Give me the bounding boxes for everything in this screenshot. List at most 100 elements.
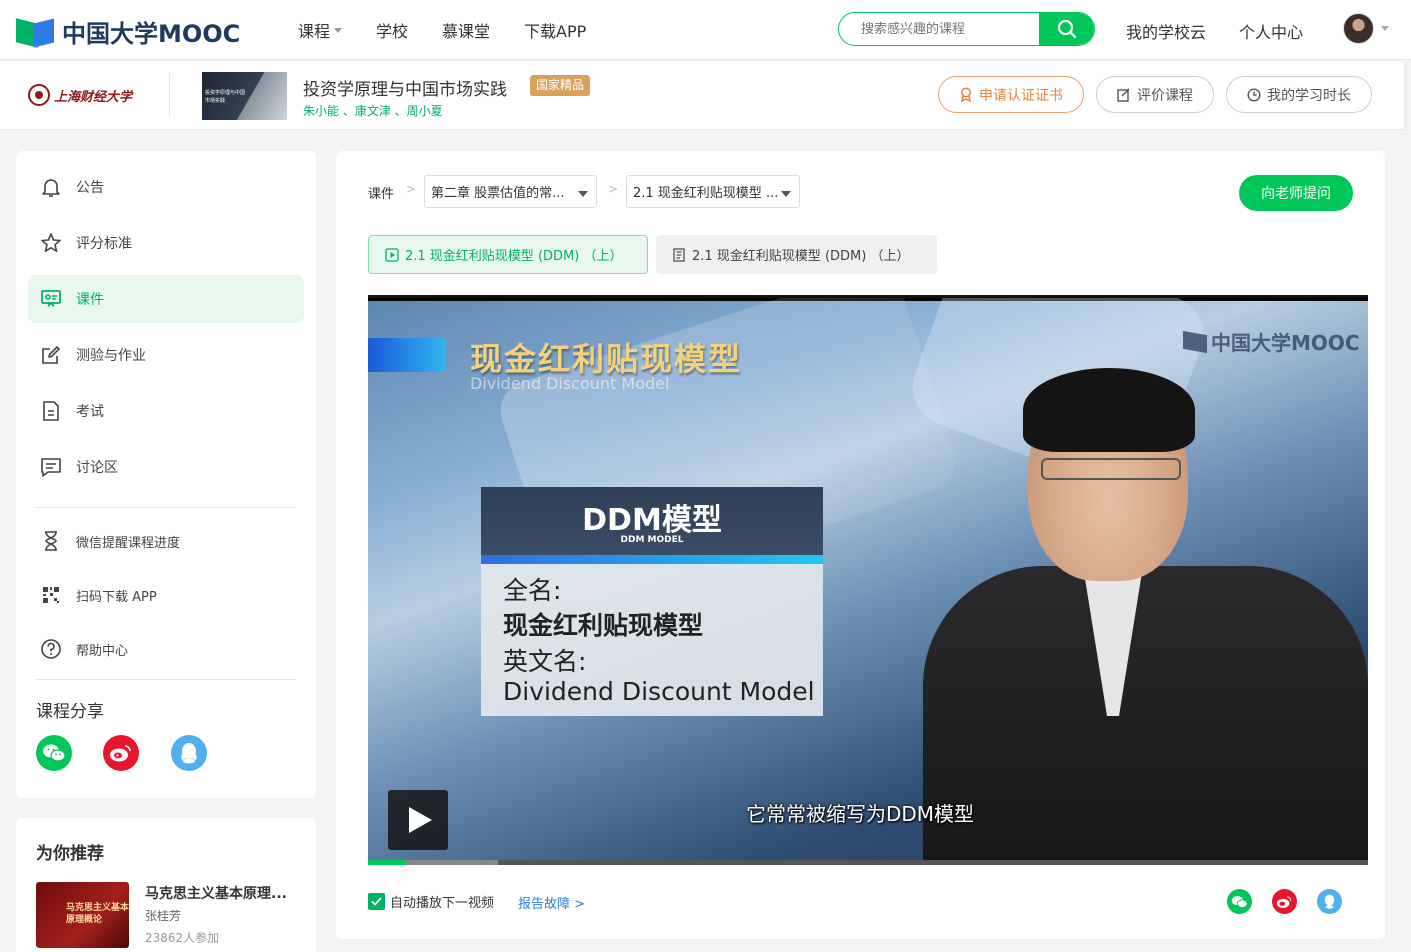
video-progress-fill <box>368 860 405 865</box>
weibo-icon <box>110 745 131 762</box>
course-header: 上海财经大学 投资学原理与中国市场实践 投资学原理与中国市场实践 国家精品 朱小… <box>0 61 1405 130</box>
star-icon <box>41 233 61 252</box>
sidebar-item-courseware[interactable]: 课件 <box>28 275 304 323</box>
video-frame: 现金红利贴现模型 Dividend Discount Model 中国大学MOO… <box>368 298 1368 865</box>
weibo-icon <box>1276 896 1292 908</box>
apply-certificate-label: 申请认证证书 <box>979 87 1063 104</box>
play-button[interactable] <box>388 790 448 850</box>
qq-icon <box>1324 894 1335 909</box>
sidebar-item-label: 讨论区 <box>76 460 118 476</box>
nav-courses[interactable]: 课程 <box>298 18 343 42</box>
chevron-right-icon: > <box>406 182 417 196</box>
share-qq-button[interactable] <box>1317 889 1342 914</box>
school-name: 上海财经大学 <box>54 89 133 105</box>
share-qq-button[interactable] <box>171 735 207 771</box>
school-logo[interactable]: 上海财经大学 <box>28 81 138 109</box>
ddm-card-title: DDM模型 <box>582 503 722 538</box>
tab-video-label: 2.1 现金红利贴现模型 (DDM) （上） <box>405 249 623 264</box>
share-wechat-button[interactable] <box>1227 889 1252 914</box>
nav-download-app-label: 下载APP <box>524 22 587 41</box>
avatar[interactable] <box>1343 13 1374 44</box>
sidebar-item-wechat-reminder[interactable]: 微信提醒课程进度 <box>28 521 304 561</box>
recommend-thumb-text: 马克思主义基本原理概论 <box>66 903 129 925</box>
share-weibo-button[interactable] <box>1272 889 1297 914</box>
apply-certificate-button[interactable]: 申请认证证书 <box>938 76 1084 113</box>
report-issue-link[interactable]: 报告故障 > <box>518 893 585 912</box>
tab-document-label: 2.1 现金红利贴现模型 (DDM) （上） <box>692 249 910 264</box>
ddm-card-line: 全名: <box>503 576 562 605</box>
presenter-suit <box>923 566 1368 865</box>
sidebar-item-announcement[interactable]: 公告 <box>28 163 304 211</box>
nav-schools-label: 学校 <box>376 22 409 41</box>
courseware-panel: 课件 > 第二章 股票估值的常... > 2.1 现金红利贴现模型 ... 向老… <box>336 151 1385 939</box>
video-slide-subtitle: Dividend Discount Model <box>470 374 670 393</box>
qr-icon <box>43 587 59 603</box>
course-thumbnail[interactable]: 投资学原理与中国市场实践 <box>202 72 287 120</box>
nav-mooc-class[interactable]: 慕课堂 <box>442 18 490 42</box>
sidebar-item-help[interactable]: 帮助中心 <box>28 629 304 669</box>
document-icon <box>673 247 685 262</box>
logo-text: 中国大学MOOC <box>62 20 241 48</box>
nav-mooc-class-label: 慕课堂 <box>442 22 491 41</box>
ddm-card-line: Dividend Discount Model <box>503 677 815 706</box>
mooc-logo-icon <box>16 17 56 48</box>
breadcrumb-courseware[interactable]: 课件 <box>368 183 394 202</box>
chapter-select-value: 第二章 股票估值的常... <box>431 186 565 201</box>
ddm-card-body: 全名: 现金红利贴现模型 英文名: Dividend Discount Mode… <box>481 564 823 716</box>
recommend-course-teacher: 张桂芳 <box>145 909 182 923</box>
sidebar-item-grading[interactable]: 评分标准 <box>28 219 304 267</box>
sidebar-divider <box>36 679 296 680</box>
nav-schools[interactable]: 学校 <box>376 18 408 42</box>
search-icon <box>1057 19 1076 39</box>
unit-select[interactable]: 2.1 现金红利贴现模型 ... <box>626 175 800 208</box>
recommend-course-name[interactable]: 马克思主义基本原理... <box>145 883 295 903</box>
award-icon <box>961 87 971 102</box>
autoplay-checkbox[interactable] <box>368 893 385 910</box>
personal-center-link[interactable]: 个人中心 <box>1239 19 1303 43</box>
course-title[interactable]: 投资学原理与中国市场实践 <box>303 75 507 100</box>
recommend-course-count: 23862人参加 <box>145 931 220 945</box>
recommend-course-thumbnail[interactable]: 马克思主义基本原理概论 <box>36 882 129 948</box>
search-input[interactable] <box>839 13 1039 45</box>
share-wechat-button[interactable] <box>36 735 72 771</box>
tab-video-unit[interactable]: 2.1 现金红利贴现模型 (DDM) （上） <box>368 235 648 274</box>
chevron-down-icon[interactable] <box>1381 26 1389 31</box>
study-time-label: 我的学习时长 <box>1267 87 1351 104</box>
sidebar-item-label: 测验与作业 <box>76 348 146 364</box>
nav-courses-label: 课程 <box>298 22 331 41</box>
qq-icon <box>181 743 197 764</box>
video-progress-bar[interactable] <box>368 860 1368 865</box>
site-logo[interactable]: 中国大学MOOC <box>16 14 240 49</box>
share-title: 课程分享 <box>36 702 104 722</box>
sidebar-item-discussion[interactable]: 讨论区 <box>28 443 304 491</box>
check-icon <box>371 897 382 906</box>
autoplay-toggle[interactable]: 自动播放下一视频 <box>368 892 494 911</box>
ask-teacher-button[interactable]: 向老师提问 <box>1239 175 1353 211</box>
recommend-panel: 为你推荐 马克思主义基本原理概论 马克思主义基本原理... 张桂芳 23862人… <box>16 818 316 952</box>
video-title-accent <box>368 338 446 372</box>
video-player[interactable]: 现金红利贴现模型 Dividend Discount Model 中国大学MOO… <box>368 295 1368 865</box>
sidebar-item-quiz[interactable]: 测验与作业 <box>28 331 304 379</box>
search-button[interactable] <box>1039 13 1094 45</box>
school-seal-icon <box>28 84 50 106</box>
my-school-cloud-link[interactable]: 我的学校云 <box>1126 19 1206 43</box>
top-navbar: 中国大学MOOC 课程 学校 慕课堂 下载APP 我的学校云 个人中心 <box>0 0 1411 60</box>
sidebar-item-label: 课件 <box>76 292 104 308</box>
chapter-select[interactable]: 第二章 股票估值的常... <box>424 175 597 208</box>
video-play-icon <box>385 247 399 262</box>
sidebar-item-exam[interactable]: 考试 <box>28 387 304 435</box>
study-time-button[interactable]: 我的学习时长 <box>1226 76 1372 113</box>
video-watermark: 中国大学MOOC <box>1183 327 1360 356</box>
course-teachers[interactable]: 朱小能 、康文津 、周小夏 <box>303 102 443 119</box>
share-weibo-button[interactable] <box>103 735 139 771</box>
presenter-hair <box>1023 368 1195 452</box>
rate-course-button[interactable]: 评价课程 <box>1096 76 1214 113</box>
sidebar-item-label: 考试 <box>76 404 104 420</box>
sidebar-item-label: 公告 <box>76 180 104 196</box>
bell-icon <box>42 179 60 197</box>
recommend-title: 为你推荐 <box>36 844 104 864</box>
sidebar-item-download-app[interactable]: 扫码下载 APP <box>28 575 304 615</box>
tab-document-unit[interactable]: 2.1 现金红利贴现模型 (DDM) （上） <box>656 235 937 274</box>
play-icon <box>409 807 432 833</box>
nav-download-app[interactable]: 下载APP <box>524 18 586 42</box>
